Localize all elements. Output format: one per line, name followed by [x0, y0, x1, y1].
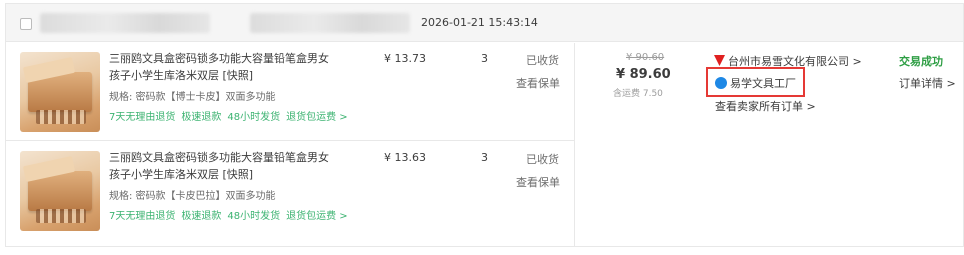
redacted-order-info	[40, 13, 210, 33]
service-tag-link[interactable]: 退货包运费 >	[286, 112, 348, 123]
order-card: 2026-01-21 15:43:14 三丽鸥文具盒密码锁多功能大容量铅笔盒男女…	[5, 3, 964, 247]
order-header: 2026-01-21 15:43:14	[6, 4, 963, 42]
product-image[interactable]	[20, 52, 100, 132]
product-image[interactable]	[20, 151, 100, 231]
quantity: 3	[481, 52, 488, 65]
product-spec: 规格: 密码款【博士卡皮】双面多功能	[109, 92, 276, 103]
service-tag: 7天无理由退货	[109, 211, 176, 222]
service-tags: 7天无理由退货 极速退款 48小时发货 退货包运费 >	[109, 207, 354, 222]
unit-price: ¥ 13.63	[384, 151, 426, 164]
service-tag: 48小时发货	[227, 211, 281, 222]
service-tag: 极速退款	[181, 211, 222, 222]
snapshot-link[interactable]: [快照]	[223, 69, 254, 82]
redacted-order-number	[250, 13, 410, 33]
service-tag: 极速退款	[181, 112, 222, 123]
order-item: 三丽鸥文具盒密码锁多功能大容量铅笔盒男女孩子小学生库洛米双层 [快照] 规格: …	[6, 43, 574, 141]
product-title[interactable]: 三丽鸥文具盒密码锁多功能大容量铅笔盒男女孩子小学生库洛米双层 [快照]	[109, 149, 337, 183]
view-seller-orders-link[interactable]: 查看卖家所有订单 >	[715, 98, 816, 114]
snapshot-link[interactable]: [快照]	[223, 168, 254, 181]
service-tag-link[interactable]: 退货包运费 >	[286, 211, 348, 222]
shipping-fee: 含运费 7.50	[613, 89, 663, 99]
service-tag: 48小时发货	[227, 112, 281, 123]
column-divider	[574, 43, 575, 247]
original-total: ¥ 90.60	[626, 52, 665, 63]
order-status: 交易成功	[899, 55, 943, 68]
view-warranty-link[interactable]: 查看保单	[516, 75, 560, 91]
unit-price: ¥ 13.73	[384, 52, 426, 65]
order-checkbox[interactable]	[20, 18, 32, 30]
view-warranty-link[interactable]: 查看保单	[516, 174, 560, 190]
order-item: 三丽鸥文具盒密码锁多功能大容量铅笔盒男女孩子小学生库洛米双层 [快照] 规格: …	[6, 142, 574, 240]
product-title-text[interactable]: 三丽鸥文具盒密码锁多功能大容量铅笔盒男女孩子小学生库洛米双层	[109, 151, 329, 181]
product-title-text[interactable]: 三丽鸥文具盒密码锁多功能大容量铅笔盒男女孩子小学生库洛米双层	[109, 52, 329, 82]
product-title[interactable]: 三丽鸥文具盒密码锁多功能大容量铅笔盒男女孩子小学生库洛米双层 [快照]	[109, 50, 337, 84]
wangwang-icon[interactable]	[715, 77, 727, 89]
order-detail-link[interactable]: 订单详情 >	[899, 75, 956, 91]
product-spec: 规格: 密码款【卡皮巴拉】双面多功能	[109, 191, 276, 202]
order-date: 2026-01-21 15:43:14	[421, 16, 538, 29]
quantity: 3	[481, 151, 488, 164]
service-tag: 7天无理由退货	[109, 112, 176, 123]
tmall-icon	[714, 55, 725, 66]
seller-shop-name[interactable]: 易学文具工厂	[730, 77, 796, 90]
seller-shop-link[interactable]: 易学文具工厂	[715, 75, 796, 91]
service-tags: 7天无理由退货 极速退款 48小时发货 退货包运费 >	[109, 108, 354, 123]
order-total: ¥ 89.60	[616, 67, 671, 82]
item-status: 已收货	[526, 54, 559, 67]
item-status: 已收货	[526, 153, 559, 166]
